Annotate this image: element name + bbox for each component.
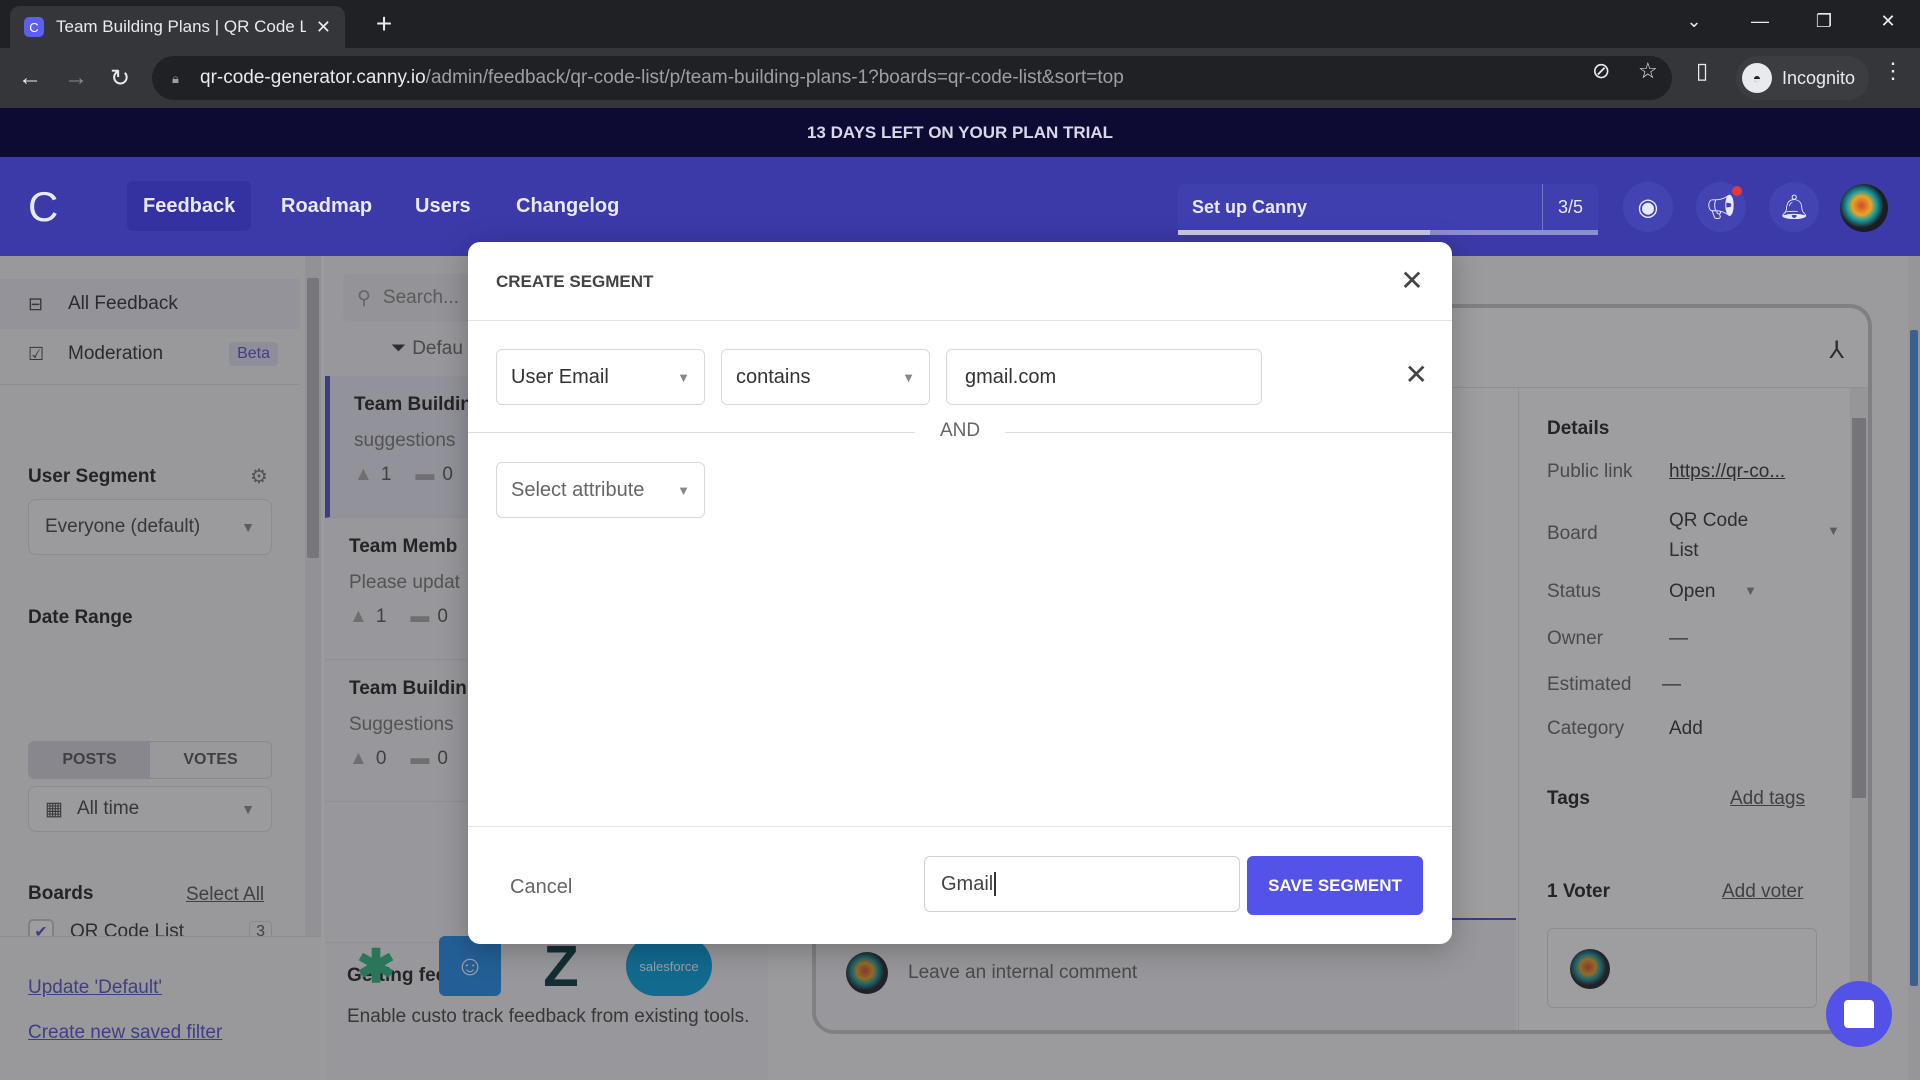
chevron-down-icon: ▼ bbox=[677, 482, 690, 498]
select-attribute-placeholder: Select attribute bbox=[511, 478, 645, 501]
divider bbox=[1005, 432, 1452, 433]
select-attribute-dropdown[interactable]: Select attribute ▼ bbox=[496, 462, 705, 518]
cancel-button[interactable]: Cancel bbox=[510, 876, 572, 899]
remove-rule-icon[interactable]: ✕ bbox=[1405, 358, 1428, 391]
nav-changelog[interactable]: Changelog bbox=[500, 181, 635, 231]
browser-tab-bar: C Team Building Plans | QR Code L ✕ + ⌄ … bbox=[0, 0, 1920, 48]
nav-feedback[interactable]: Feedback bbox=[127, 181, 252, 231]
setup-label: Set up Canny bbox=[1192, 196, 1308, 217]
modal-title: CREATE SEGMENT bbox=[496, 272, 654, 291]
close-icon[interactable]: ✕ bbox=[1396, 264, 1428, 296]
close-window-button[interactable]: ✕ bbox=[1858, 0, 1918, 42]
address-bar-row: ← → ↻ 🔒︎ qr-code-generator.canny.io/admi… bbox=[0, 48, 1920, 108]
attribute-select[interactable]: User Email ▼ bbox=[496, 349, 705, 405]
text-caret bbox=[994, 872, 997, 896]
reload-button[interactable]: ↻ bbox=[100, 58, 140, 98]
new-tab-button[interactable]: + bbox=[366, 6, 402, 42]
url-path: /admin/feedback/qr-code-list/p/team-buil… bbox=[425, 67, 1124, 88]
attribute-value: User Email bbox=[511, 365, 609, 388]
setup-progress-bar bbox=[1178, 230, 1598, 235]
divider bbox=[468, 826, 1452, 827]
canny-favicon-icon: C bbox=[24, 17, 44, 37]
setup-count: 3/5 bbox=[1542, 184, 1598, 230]
bookmark-star-icon[interactable]: ☆ bbox=[1638, 58, 1658, 84]
tab-title: Team Building Plans | QR Code L bbox=[56, 17, 306, 36]
browser-tab[interactable]: C Team Building Plans | QR Code L ✕ bbox=[10, 6, 345, 48]
save-segment-button[interactable]: SAVE SEGMENT bbox=[1247, 856, 1423, 915]
side-panel-icon[interactable]: ▯ bbox=[1696, 58, 1708, 84]
setup-canny-button[interactable]: Set up Canny 3/5 bbox=[1178, 184, 1598, 230]
operator-value: contains bbox=[736, 365, 811, 388]
bell-icon[interactable]: 🔔︎ bbox=[1769, 182, 1819, 232]
eye-icon[interactable]: ◉ bbox=[1623, 182, 1673, 232]
canny-app: 13 DAYS LEFT ON YOUR PLAN TRIAL C Feedba… bbox=[0, 108, 1920, 1080]
url-field[interactable]: 🔒︎ qr-code-generator.canny.io/admin/feed… bbox=[152, 56, 1672, 100]
browser-menu-icon[interactable]: ⋮ bbox=[1882, 58, 1904, 84]
divider bbox=[468, 320, 1452, 321]
create-segment-modal: CREATE SEGMENT ✕ User Email ▼ contains ▼… bbox=[468, 242, 1452, 944]
chevron-down-icon: ▼ bbox=[902, 369, 915, 385]
profile-label: Incognito bbox=[1782, 67, 1856, 88]
tab-search-icon[interactable]: ⌄ bbox=[1664, 0, 1724, 42]
segment-name-input[interactable]: Gmail bbox=[924, 856, 1240, 912]
restore-button[interactable]: ❐ bbox=[1794, 0, 1854, 42]
user-avatar[interactable] bbox=[1840, 184, 1888, 232]
incognito-profile[interactable]: ◓ Incognito bbox=[1736, 56, 1870, 100]
divider bbox=[468, 432, 915, 433]
tracking-eye-off-icon[interactable]: ⊘ bbox=[1592, 58, 1610, 84]
setup-progress-fill bbox=[1178, 230, 1430, 235]
url-host: qr-code-generator.canny.io bbox=[200, 67, 426, 88]
segment-name-value: Gmail bbox=[941, 872, 994, 895]
close-tab-icon[interactable]: ✕ bbox=[316, 17, 331, 38]
chat-icon bbox=[1844, 1000, 1874, 1028]
rule-value-input[interactable]: gmail.com bbox=[946, 349, 1262, 405]
chevron-down-icon: ▼ bbox=[677, 369, 690, 385]
chat-launcher-button[interactable] bbox=[1826, 981, 1892, 1047]
lock-icon: 🔒︎ bbox=[172, 71, 179, 86]
minimize-button[interactable]: — bbox=[1730, 0, 1790, 42]
nav-roadmap[interactable]: Roadmap bbox=[265, 181, 388, 231]
nav-users[interactable]: Users bbox=[399, 181, 487, 231]
incognito-icon: ◓ bbox=[1742, 63, 1772, 93]
back-button[interactable]: ← bbox=[10, 58, 50, 98]
rule-value: gmail.com bbox=[965, 365, 1057, 388]
canny-logo-icon[interactable]: C bbox=[28, 185, 68, 229]
forward-button[interactable]: → bbox=[56, 58, 96, 98]
and-separator: AND bbox=[939, 420, 981, 441]
operator-select[interactable]: contains ▼ bbox=[721, 349, 930, 405]
notification-dot bbox=[1732, 186, 1742, 196]
trial-banner: 13 DAYS LEFT ON YOUR PLAN TRIAL bbox=[0, 108, 1920, 157]
